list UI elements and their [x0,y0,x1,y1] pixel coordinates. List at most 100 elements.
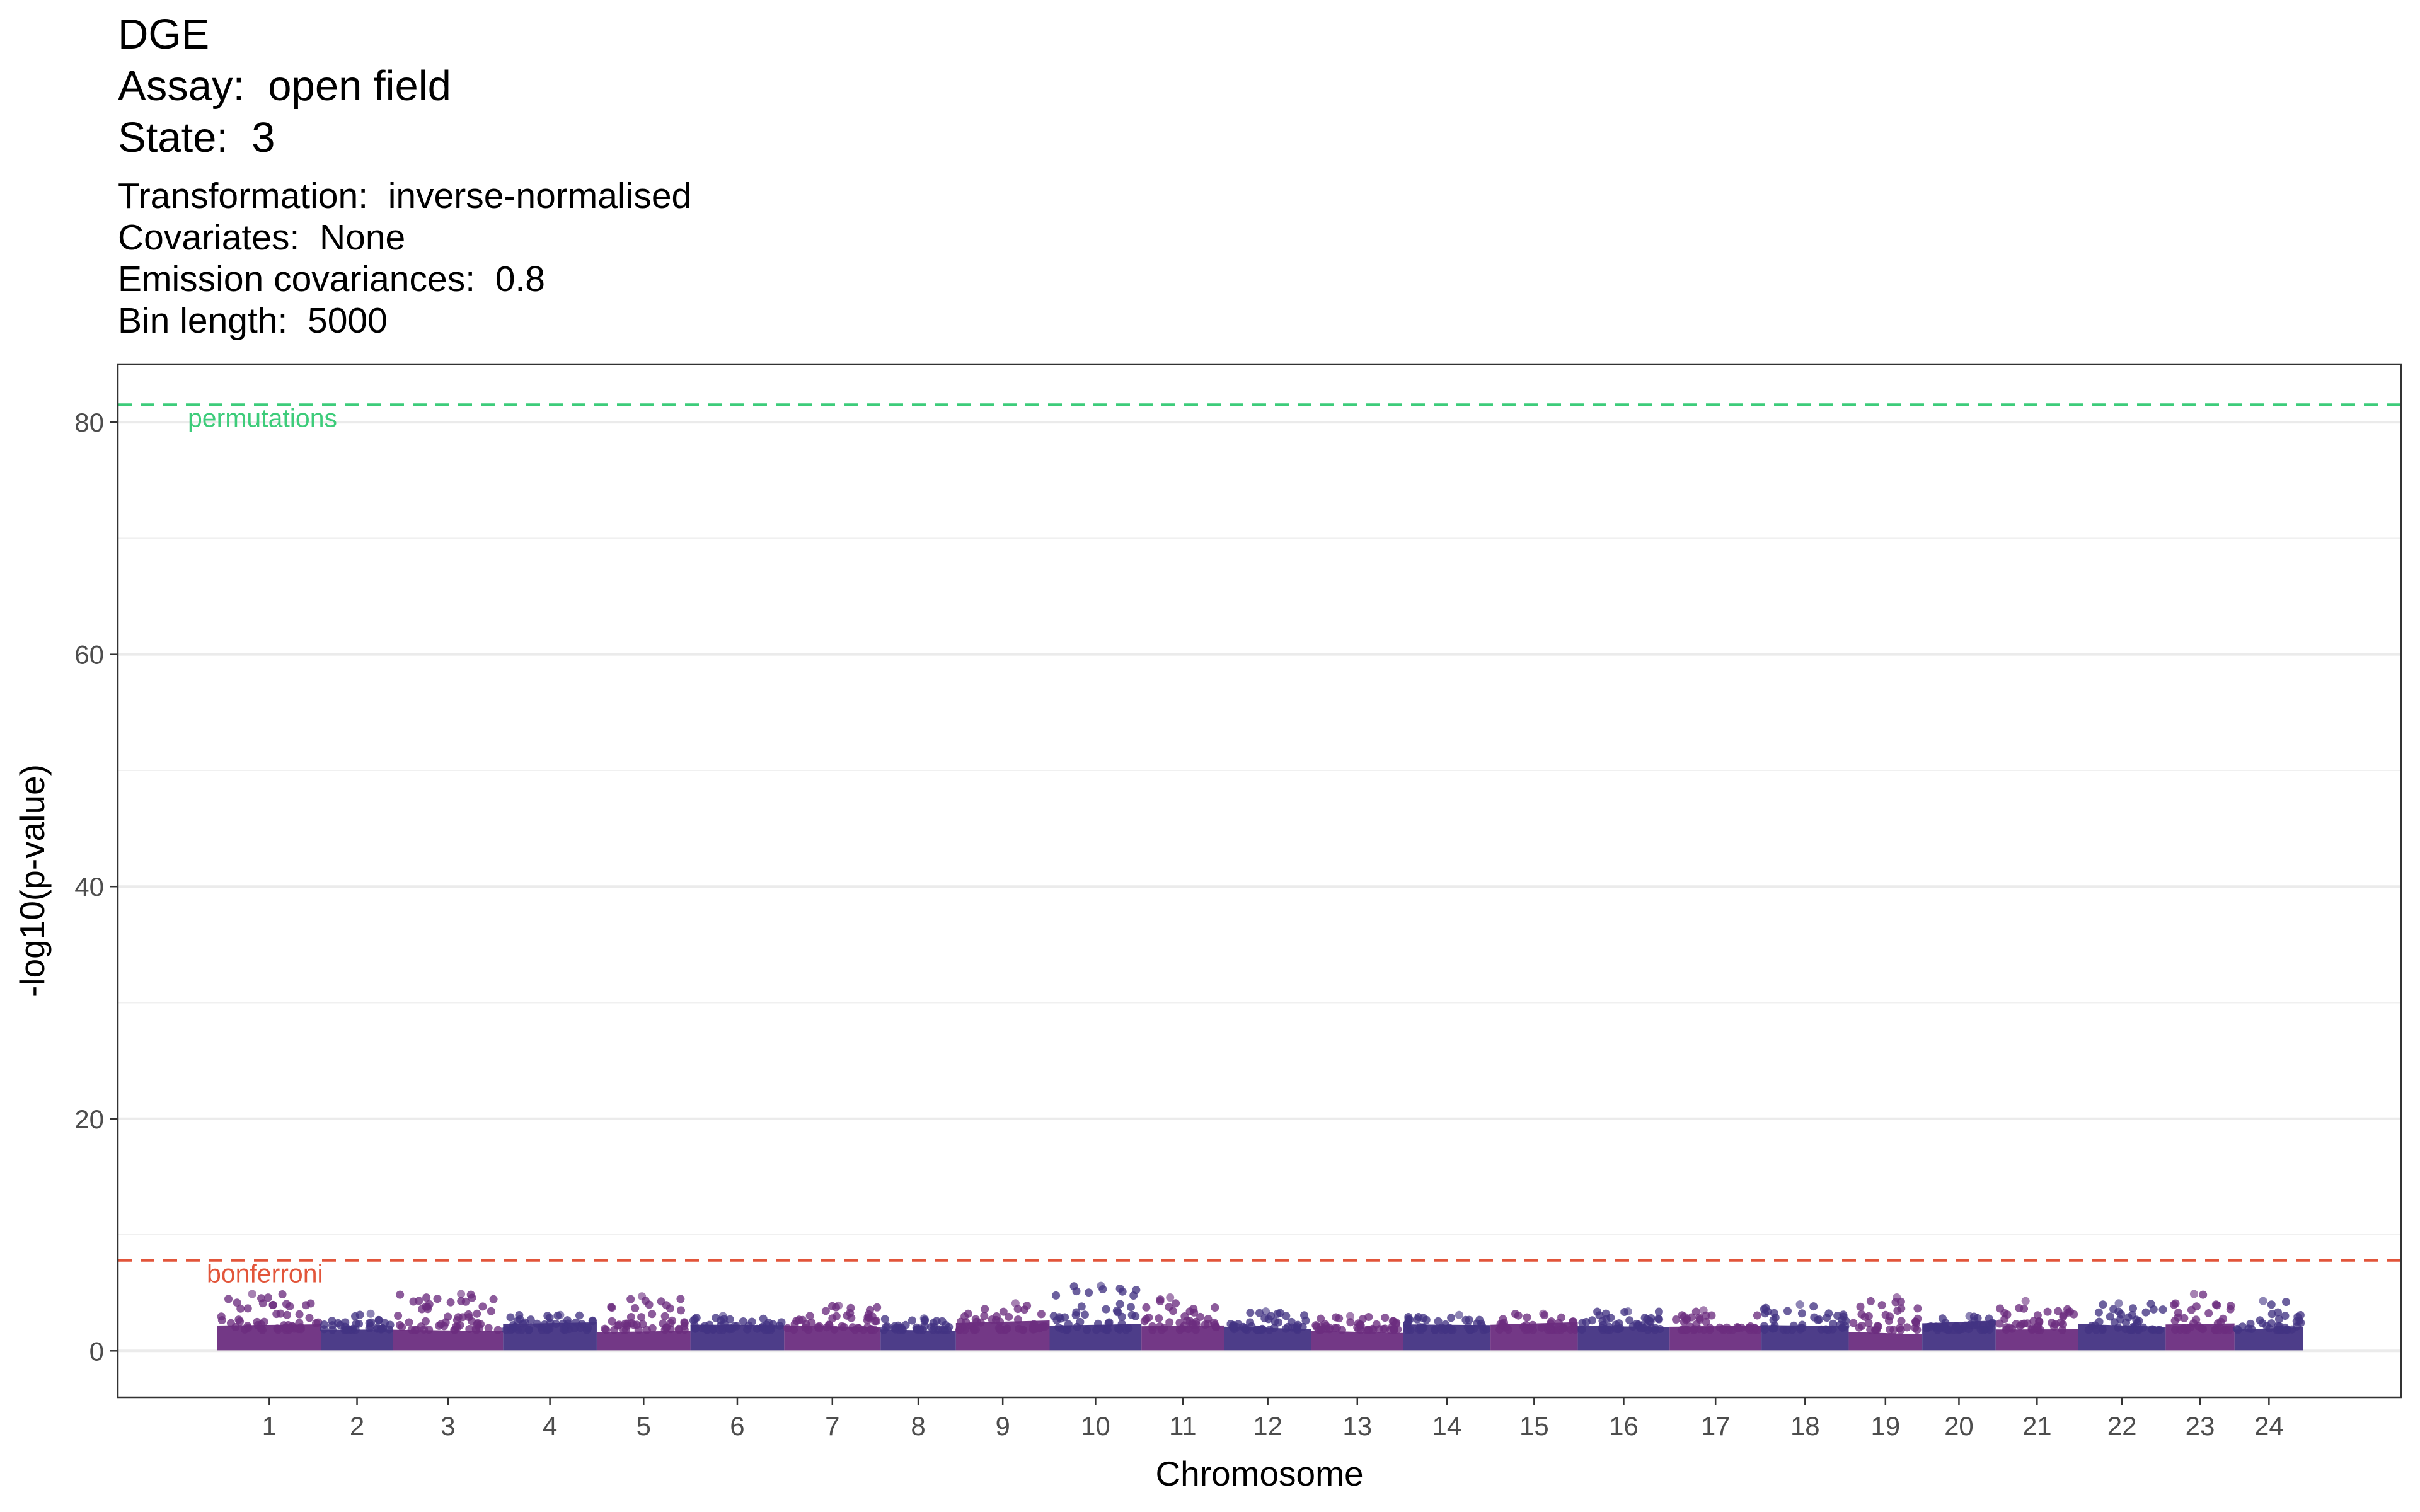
data-point [478,1302,487,1311]
data-point [1270,1324,1279,1332]
chromosome-16 [1577,1307,1670,1351]
data-point [2283,1326,2291,1334]
data-point [821,1307,830,1315]
chromosome-21 [1995,1297,2078,1351]
peak-point [366,1309,375,1318]
data-point [545,1314,554,1322]
data-point [1114,1324,1122,1333]
data-point [526,1315,535,1324]
data-point [848,1323,857,1332]
data-point [1546,1326,1555,1334]
data-point [405,1318,413,1327]
data-point [1056,1314,1065,1323]
peak-point [1965,1312,1974,1320]
data-point [1072,1287,1081,1296]
data-point [1076,1317,1085,1326]
data-point [1824,1309,1833,1318]
data-point [2204,1309,2213,1317]
data-point [677,1306,685,1315]
data-point [1577,1326,1586,1334]
data-point [832,1312,841,1320]
data-point [433,1295,442,1303]
x-tick-label: 19 [1870,1411,1900,1441]
data-point [320,1320,328,1329]
data-point [1897,1317,1906,1326]
data-point [2094,1308,2103,1317]
data-point [933,1326,942,1334]
data-point [1081,1310,1089,1319]
data-point [1142,1303,1151,1312]
data-point [691,1315,699,1324]
data-point [883,1322,892,1331]
data-point [1229,1323,1238,1332]
data-point [1951,1322,1960,1331]
data-point [2059,1311,2068,1320]
point-band [1848,1332,1923,1351]
data-point [1175,1326,1184,1334]
axes: 0204060801 2 3 4 5 6 7 8 9 10 11 12 13 14 15 16 17 18 19 20… [74,408,2283,1441]
data-point [1414,1313,1423,1321]
data-point [2000,1315,2009,1324]
data-point [1191,1326,1200,1334]
data-point [411,1326,419,1334]
data-point [2141,1308,2150,1317]
chromosome-8 [880,1314,956,1351]
data-point [1779,1326,1788,1334]
data-point [1598,1324,1606,1332]
x-tick-label: 24 [2254,1411,2284,1441]
data-point [2282,1298,2290,1307]
data-point [1437,1326,1446,1334]
chromosome-12 [1224,1307,1311,1351]
data-point [328,1326,337,1334]
data-point [1085,1288,1093,1297]
data-point [708,1325,717,1334]
peak-point [556,1310,565,1319]
x-tick-label: 8 [911,1411,925,1441]
data-point [305,1314,314,1322]
chromosome-20 [1922,1312,1997,1351]
x-tick-label: 15 [1519,1411,1549,1441]
peak-point [1166,1293,1175,1302]
data-point [2098,1326,2107,1334]
data-point [468,1293,476,1302]
peak-point [834,1301,843,1310]
chromosome-3 [393,1290,504,1351]
data-point [1335,1314,1344,1323]
data-point [544,1325,553,1334]
data-point [1102,1305,1110,1314]
chromosome-19 [1848,1293,1923,1351]
data-point [1896,1326,1905,1334]
data-point [1569,1317,1577,1326]
data-point [1588,1316,1596,1325]
data-point [660,1326,669,1334]
data-point [980,1312,989,1320]
data-point [873,1303,882,1312]
data-point [601,1324,609,1333]
panel-border [117,363,2402,1399]
peak-point [1623,1307,1632,1316]
data-point [1404,1317,1413,1326]
chromosome-5 [596,1292,691,1351]
data-point [1300,1311,1308,1320]
data-point [1239,1322,1247,1331]
data-point [1768,1324,1777,1333]
data-point [637,1313,646,1322]
data-point [524,1326,533,1334]
data-point [2226,1305,2235,1314]
data-point [1760,1305,1768,1314]
data-point [1054,1323,1063,1332]
data-point [1889,1326,1898,1334]
data-point [1390,1325,1398,1334]
data-point [1838,1324,1847,1332]
data-point [295,1310,304,1319]
peak-point [248,1290,256,1298]
data-point [1912,1319,1920,1327]
data-point [1656,1325,1664,1333]
data-point [385,1325,394,1334]
data-point [306,1299,315,1308]
data-point [1211,1303,1219,1312]
data-point [2117,1310,2126,1319]
data-point [2020,1304,2029,1313]
peak-point [1795,1300,1804,1309]
data-point [2174,1309,2182,1317]
